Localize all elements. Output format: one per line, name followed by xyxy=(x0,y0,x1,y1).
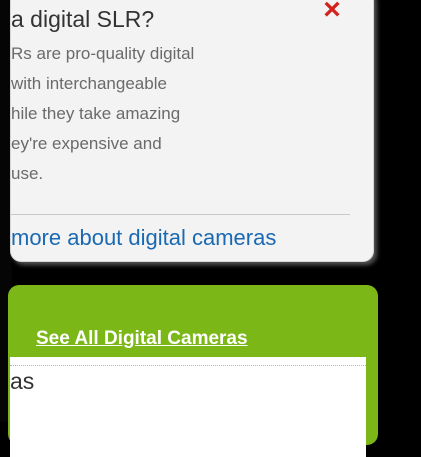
tooltip-body: Rs are pro-quality digital with intercha… xyxy=(11,39,341,189)
tooltip-body-line: hile they take amazing xyxy=(11,104,181,123)
info-tooltip: a digital SLR? × Rs are pro-quality digi… xyxy=(10,0,374,262)
panel-content: as xyxy=(10,357,366,457)
tooltip-body-line: Rs are pro-quality digital xyxy=(11,44,195,63)
tooltip-divider xyxy=(11,214,350,215)
tooltip-title: a digital SLR? xyxy=(11,6,155,32)
learn-more-link[interactable]: more about digital cameras xyxy=(11,225,276,251)
digital-cameras-panel: See All Digital Cameras as xyxy=(8,285,378,457)
close-icon[interactable]: × xyxy=(319,0,345,25)
see-all-digital-cameras-link[interactable]: See All Digital Cameras xyxy=(36,328,248,350)
tooltip-body-line: use. xyxy=(11,164,44,183)
tooltip-body-line: with interchangeable xyxy=(11,74,167,93)
tooltip-body-line: ey're expensive and xyxy=(11,134,162,153)
dotted-divider xyxy=(10,365,366,366)
section-heading: as xyxy=(10,368,35,394)
